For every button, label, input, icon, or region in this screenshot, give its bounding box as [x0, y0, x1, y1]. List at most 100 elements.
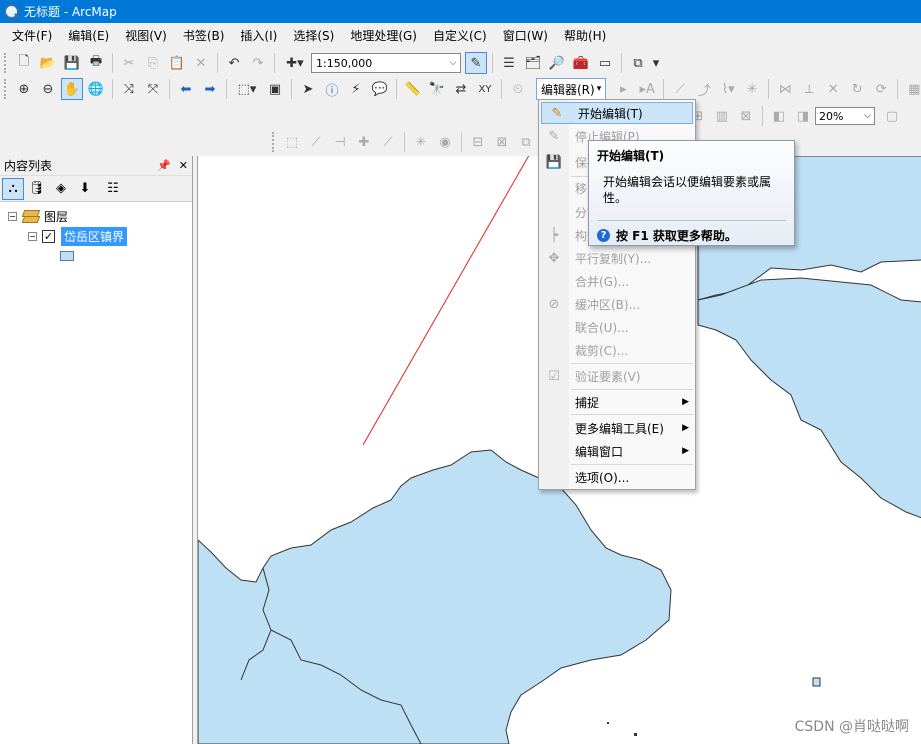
- layer-legend-row[interactable]: [0, 246, 192, 266]
- layer-row[interactable]: − ✓ 岱岳区镇界: [0, 226, 192, 246]
- menu-item-start-editing[interactable]: ✎ 开始编辑(T): [541, 102, 693, 124]
- hyperlink-icon[interactable]: ⚡: [345, 78, 367, 100]
- menu-item-copy-parallel[interactable]: ✥ 平行复制(Y)...: [539, 247, 695, 269]
- redo-icon[interactable]: ↷: [247, 52, 269, 74]
- toggle-draft-icon[interactable]: ▢: [881, 105, 903, 127]
- find-route-icon[interactable]: ⇄: [450, 78, 472, 100]
- open-folder-icon[interactable]: 📂: [37, 52, 59, 74]
- pan-icon[interactable]: ✋: [61, 78, 83, 100]
- identify-icon[interactable]: ⓘ: [321, 78, 343, 100]
- search-window-icon[interactable]: 🔎: [546, 52, 568, 74]
- layout-forward-icon[interactable]: ◨: [792, 105, 814, 127]
- topology-line-icon[interactable]: ⟋: [377, 131, 399, 153]
- topology-error-icon[interactable]: ⊟: [467, 131, 489, 153]
- zoom-in-icon[interactable]: ⊕: [13, 78, 35, 100]
- chevron-down-icon[interactable]: ⌵: [864, 111, 874, 121]
- save-icon[interactable]: 💾: [61, 52, 83, 74]
- measure-icon[interactable]: 📏: [402, 78, 424, 100]
- list-by-selection-icon[interactable]: ⬇: [74, 178, 96, 200]
- menu-windows[interactable]: 窗口(W): [495, 25, 556, 47]
- full-extent-icon[interactable]: 🌐: [85, 78, 107, 100]
- menu-item-clip[interactable]: 裁剪(C)...: [539, 339, 695, 361]
- polygon-symbol-swatch[interactable]: [60, 251, 74, 261]
- menu-view[interactable]: 视图(V): [117, 25, 175, 47]
- zoom-percent-combo[interactable]: 20% ⌵: [815, 107, 875, 125]
- editor-menu-button[interactable]: 编辑器(R) ▾: [536, 78, 607, 100]
- toolbar-grip[interactable]: [4, 79, 8, 99]
- edit-tool-icon[interactable]: ▸: [612, 78, 634, 100]
- topology-fix-icon[interactable]: ⊠: [491, 131, 513, 153]
- toolbar-grip[interactable]: [4, 53, 8, 73]
- trace-icon[interactable]: ⌇▾: [717, 78, 739, 100]
- clear-selection-icon[interactable]: ▣: [264, 78, 286, 100]
- map-scale-combo[interactable]: 1:150,000 ⌵: [311, 53, 461, 73]
- fixed-zoom-out-icon[interactable]: ⤧: [142, 78, 164, 100]
- attributes-icon[interactable]: ▦: [903, 78, 921, 100]
- edit-annotation-icon[interactable]: ▸A: [636, 78, 658, 100]
- edit-vertices-icon[interactable]: ⋈: [774, 78, 796, 100]
- topology-vertex-icon[interactable]: ⟋: [305, 131, 327, 153]
- editor-toolbar-icon[interactable]: ✎: [465, 52, 487, 74]
- arctoolbox-icon[interactable]: 🧰: [570, 52, 592, 74]
- python-window-icon[interactable]: ▭: [594, 52, 616, 74]
- menu-item-options[interactable]: 选项(O)...: [539, 466, 695, 488]
- menu-edit[interactable]: 编辑(E): [60, 25, 117, 47]
- straight-segment-icon[interactable]: ⟋: [669, 78, 691, 100]
- layer-visibility-checkbox[interactable]: ✓: [42, 229, 55, 243]
- split-icon[interactable]: ↻: [846, 78, 868, 100]
- list-by-drawing-order-icon[interactable]: ⛬: [2, 177, 24, 200]
- collapse-icon[interactable]: −: [28, 231, 37, 241]
- add-data-icon[interactable]: ✚▾: [280, 52, 310, 74]
- menu-bookmarks[interactable]: 书签(B): [175, 25, 233, 47]
- modelbuilder-icon[interactable]: ⧉: [627, 52, 649, 74]
- menu-file[interactable]: 文件(F): [4, 25, 60, 47]
- menu-selection[interactable]: 选择(S): [285, 25, 342, 47]
- menu-item-more-editing-tools[interactable]: 更多编辑工具(E) ▶: [539, 417, 695, 439]
- menu-customize[interactable]: 自定义(C): [425, 25, 495, 47]
- end-point-arc-icon[interactable]: ⤴: [693, 78, 715, 100]
- menu-item-editing-windows[interactable]: 编辑窗口 ▶: [539, 440, 695, 462]
- close-icon[interactable]: ✕: [179, 159, 188, 172]
- catalog-icon[interactable]: 🗂: [522, 52, 544, 74]
- point-icon[interactable]: ✳: [741, 78, 763, 100]
- topology-inspector-icon[interactable]: ⧉: [515, 131, 537, 153]
- list-by-source-icon[interactable]: 🛢: [26, 178, 48, 200]
- pin-icon[interactable]: 📌: [157, 159, 171, 172]
- cut-polygons-icon[interactable]: ✕: [822, 78, 844, 100]
- toolbar-grip[interactable]: [272, 132, 276, 152]
- menu-item-buffer[interactable]: ⊘ 缓冲区(B)...: [539, 293, 695, 315]
- layer-name[interactable]: 岱岳区镇界: [61, 226, 128, 246]
- menu-item-validate[interactable]: ☑ 验证要素(V): [539, 365, 695, 387]
- toc-options-icon[interactable]: ☷: [102, 178, 124, 200]
- collapse-icon[interactable]: −: [8, 211, 17, 221]
- fixed-zoom-in-icon[interactable]: ⤨: [118, 78, 140, 100]
- topology-validate-icon[interactable]: ◉: [434, 131, 456, 153]
- menu-item-union[interactable]: 联合(U)...: [539, 316, 695, 338]
- paste-icon[interactable]: 📋: [166, 52, 188, 74]
- select-elements-icon[interactable]: ➤: [297, 78, 319, 100]
- go-to-xy-icon[interactable]: XY: [474, 78, 496, 100]
- print-icon[interactable]: 🖶: [85, 52, 107, 74]
- topology-split-icon[interactable]: ⊣: [329, 131, 351, 153]
- go-forward-icon[interactable]: ➡: [199, 78, 221, 100]
- table-of-contents-icon[interactable]: ☰: [498, 52, 520, 74]
- menu-item-merge[interactable]: 合并(G)...: [539, 270, 695, 292]
- menu-help[interactable]: 帮助(H): [556, 25, 614, 47]
- html-popup-icon[interactable]: 💬: [369, 78, 391, 100]
- layout-back-icon[interactable]: ◧: [768, 105, 790, 127]
- new-document-icon[interactable]: 🗋: [13, 52, 35, 74]
- menu-item-snapping[interactable]: 捕捉 ▶: [539, 391, 695, 413]
- find-icon[interactable]: 🔭: [426, 78, 448, 100]
- layout-page-icon[interactable]: ▥: [711, 105, 733, 127]
- chevron-down-icon[interactable]: ⌵: [446, 58, 460, 68]
- undo-icon[interactable]: ↶: [223, 52, 245, 74]
- layout-fixed-zoom-icon[interactable]: ⊠: [735, 105, 757, 127]
- time-slider-icon[interactable]: ⏲: [507, 78, 529, 100]
- layers-group-row[interactable]: − 图层: [0, 206, 192, 226]
- topology-edit-icon[interactable]: ⬚: [281, 131, 303, 153]
- go-back-icon[interactable]: ⬅: [175, 78, 197, 100]
- menu-insert[interactable]: 插入(I): [232, 25, 285, 47]
- select-features-icon[interactable]: ⬚▾: [232, 78, 262, 100]
- list-by-visibility-icon[interactable]: ◈: [50, 178, 72, 200]
- delete-icon[interactable]: ✕: [190, 52, 212, 74]
